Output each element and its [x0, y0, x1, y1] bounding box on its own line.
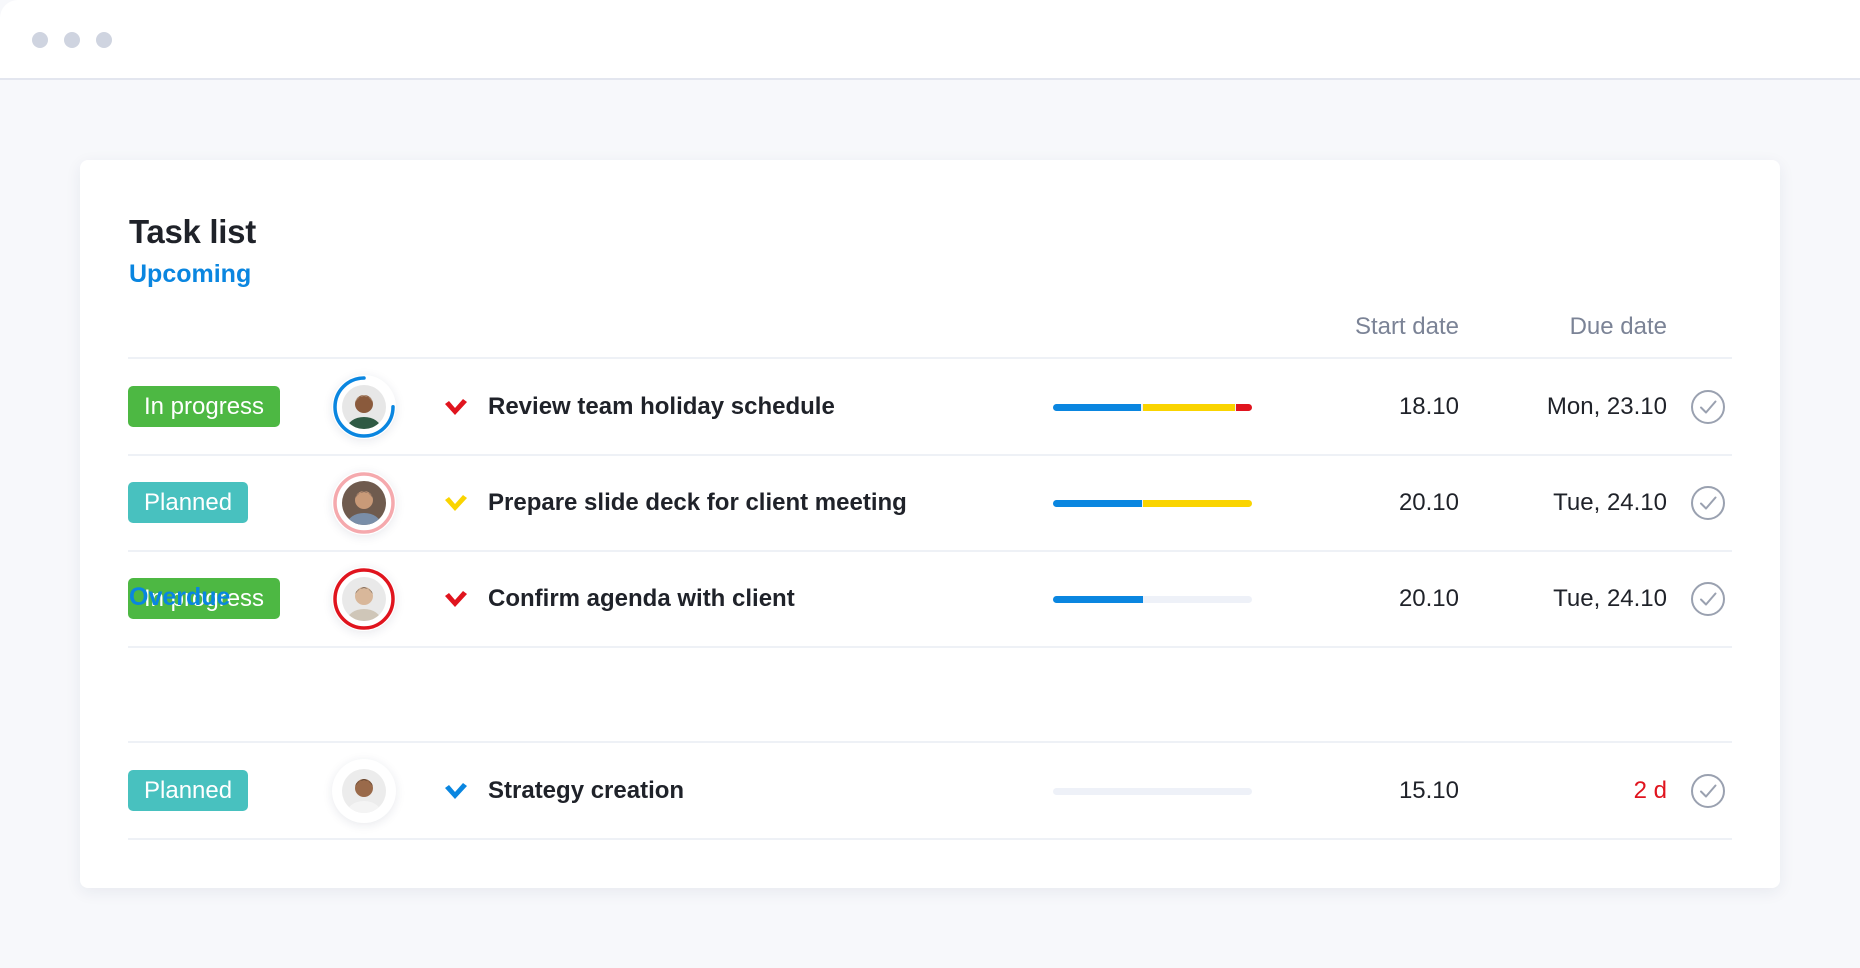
start-date: 20.10 [1398, 585, 1459, 612]
column-header-start-date[interactable]: Start date [1355, 313, 1459, 341]
status-badge[interactable]: Planned [128, 770, 249, 811]
window-control-dot[interactable] [64, 32, 80, 48]
priority-check-icon [445, 399, 467, 415]
task-progress-bar [1053, 596, 1252, 603]
section-upcoming-heading: Upcoming [129, 260, 252, 288]
avatar-image [342, 769, 386, 813]
task-name[interactable]: Prepare slide deck for client meeting [488, 455, 907, 551]
complete-task-check-circle-icon[interactable] [1690, 389, 1726, 425]
assignee-avatar[interactable] [332, 759, 396, 823]
progress-segment [1236, 404, 1252, 411]
avatar-image [342, 577, 386, 621]
progress-segment [1142, 404, 1235, 411]
divider [128, 838, 1732, 840]
complete-task-check-circle-icon[interactable] [1690, 581, 1726, 617]
divider [128, 646, 1732, 648]
status-badge[interactable]: Planned [128, 482, 249, 523]
task-progress-bar [1053, 788, 1252, 795]
start-date: 18.10 [1398, 393, 1459, 420]
column-header-due-date[interactable]: Due date [1570, 313, 1667, 341]
status-badge[interactable]: In progress [128, 386, 281, 427]
task-name[interactable]: Strategy creation [488, 743, 684, 839]
avatar-image [342, 481, 386, 525]
due-date: Tue, 24.10 [1553, 489, 1667, 516]
progress-segment [1143, 500, 1252, 507]
priority-check-icon [445, 591, 467, 607]
progress-segment [1053, 500, 1142, 507]
task-progress-bar [1053, 404, 1252, 411]
assignee-avatar[interactable] [332, 567, 396, 631]
task-row[interactable]: Planned Strategy creation 15.10 2 d [80, 743, 1780, 839]
due-date: Tue, 24.10 [1553, 585, 1667, 612]
task-row[interactable]: Planned Prepare slide deck for client me… [80, 455, 1780, 551]
due-date: Mon, 23.10 [1546, 393, 1667, 420]
window-control-dot[interactable] [96, 32, 112, 48]
task-row[interactable]: In progress Confirm agenda with client 2… [80, 551, 1780, 647]
priority-check-icon [445, 495, 467, 511]
section-overdue-heading: Overdue [129, 583, 231, 611]
task-name[interactable]: Confirm agenda with client [488, 551, 795, 647]
progress-segment [1053, 596, 1143, 603]
progress-segment [1053, 404, 1142, 411]
page-title: Task list [129, 213, 256, 250]
start-date: 15.10 [1398, 777, 1459, 804]
start-date: 20.10 [1398, 489, 1459, 516]
window-control-dot[interactable] [32, 32, 48, 48]
task-name[interactable]: Review team holiday schedule [488, 359, 835, 455]
avatar-image [342, 385, 386, 429]
task-list-card: Task list Upcoming Start date Due date I… [80, 160, 1780, 888]
window-titlebar [0, 0, 1860, 80]
complete-task-check-circle-icon[interactable] [1690, 773, 1726, 809]
task-progress-bar [1053, 500, 1252, 507]
assignee-avatar[interactable] [332, 375, 396, 439]
due-date: 2 d [1633, 777, 1667, 804]
assignee-avatar[interactable] [332, 471, 396, 535]
task-row[interactable]: In progress Review team holiday schedule… [80, 359, 1780, 455]
complete-task-check-circle-icon[interactable] [1690, 485, 1726, 521]
priority-check-icon [445, 783, 467, 799]
